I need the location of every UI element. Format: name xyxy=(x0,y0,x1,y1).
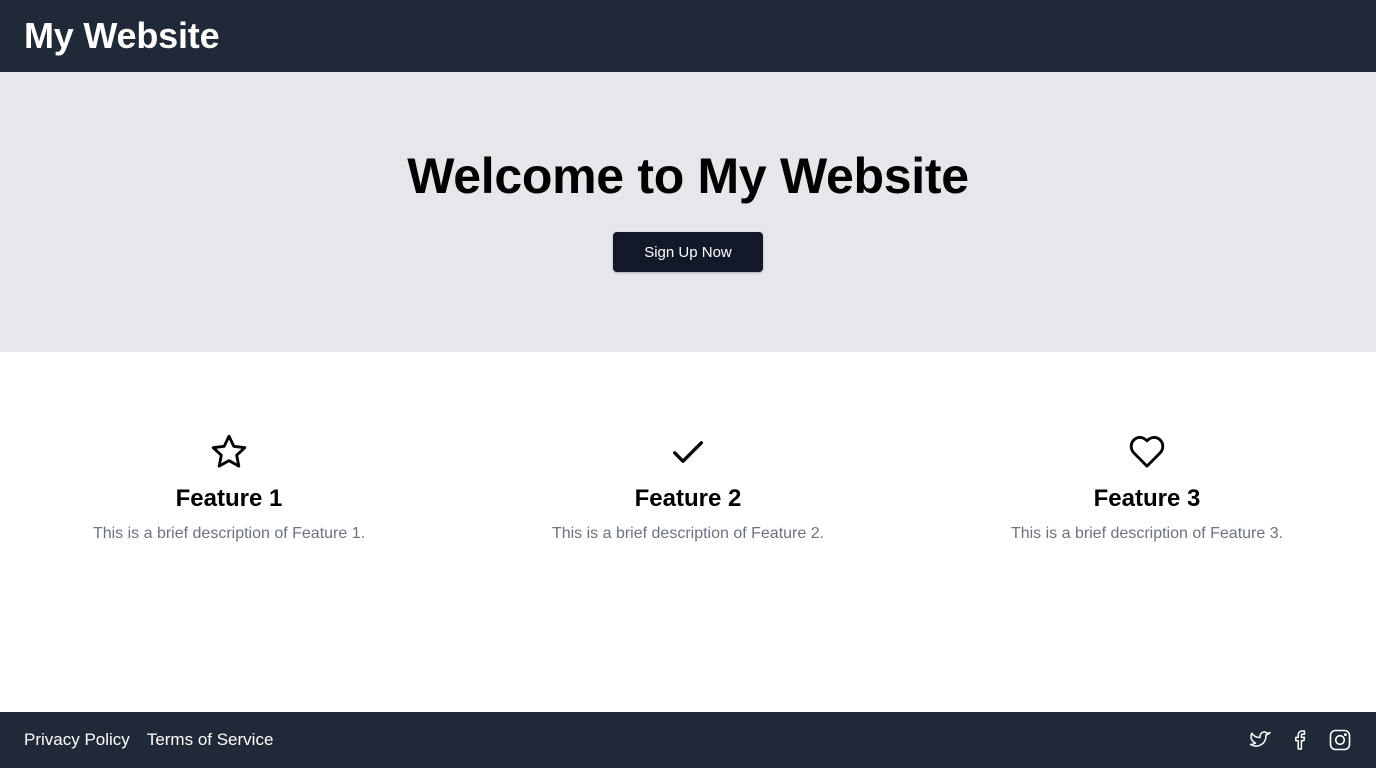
social-links xyxy=(1248,728,1352,752)
hero-title: Welcome to My Website xyxy=(407,148,969,204)
sign-up-button[interactable]: Sign Up Now xyxy=(613,232,763,272)
feature-description: This is a brief description of Feature 3… xyxy=(1010,525,1284,542)
facebook-icon[interactable] xyxy=(1288,728,1312,752)
feature-title: Feature 2 xyxy=(634,485,742,512)
check-icon xyxy=(668,432,708,472)
feature-card: Feature 3 This is a brief description of… xyxy=(918,432,1376,712)
feature-card: Feature 2 This is a brief description of… xyxy=(459,432,917,712)
site-header: My Website xyxy=(0,0,1376,72)
heart-icon xyxy=(1127,432,1167,472)
privacy-policy-link[interactable]: Privacy Policy xyxy=(24,730,130,750)
site-title[interactable]: My Website xyxy=(24,15,220,57)
feature-description: This is a brief description of Feature 2… xyxy=(551,525,825,542)
footer-links: Privacy Policy Terms of Service xyxy=(24,730,273,750)
feature-card: Feature 1 This is a brief description of… xyxy=(0,432,458,712)
terms-of-service-link[interactable]: Terms of Service xyxy=(147,730,274,750)
feature-title: Feature 3 xyxy=(1093,485,1201,512)
feature-title: Feature 1 xyxy=(175,485,283,512)
twitter-icon[interactable] xyxy=(1248,728,1272,752)
page: My Website Welcome to My Website Sign Up… xyxy=(0,0,1376,768)
hero-section: Welcome to My Website Sign Up Now xyxy=(0,72,1376,352)
star-icon xyxy=(209,432,249,472)
instagram-icon[interactable] xyxy=(1328,728,1352,752)
features-section: Feature 1 This is a brief description of… xyxy=(0,352,1376,712)
site-footer: Privacy Policy Terms of Service xyxy=(0,712,1376,768)
feature-description: This is a brief description of Feature 1… xyxy=(92,525,366,542)
